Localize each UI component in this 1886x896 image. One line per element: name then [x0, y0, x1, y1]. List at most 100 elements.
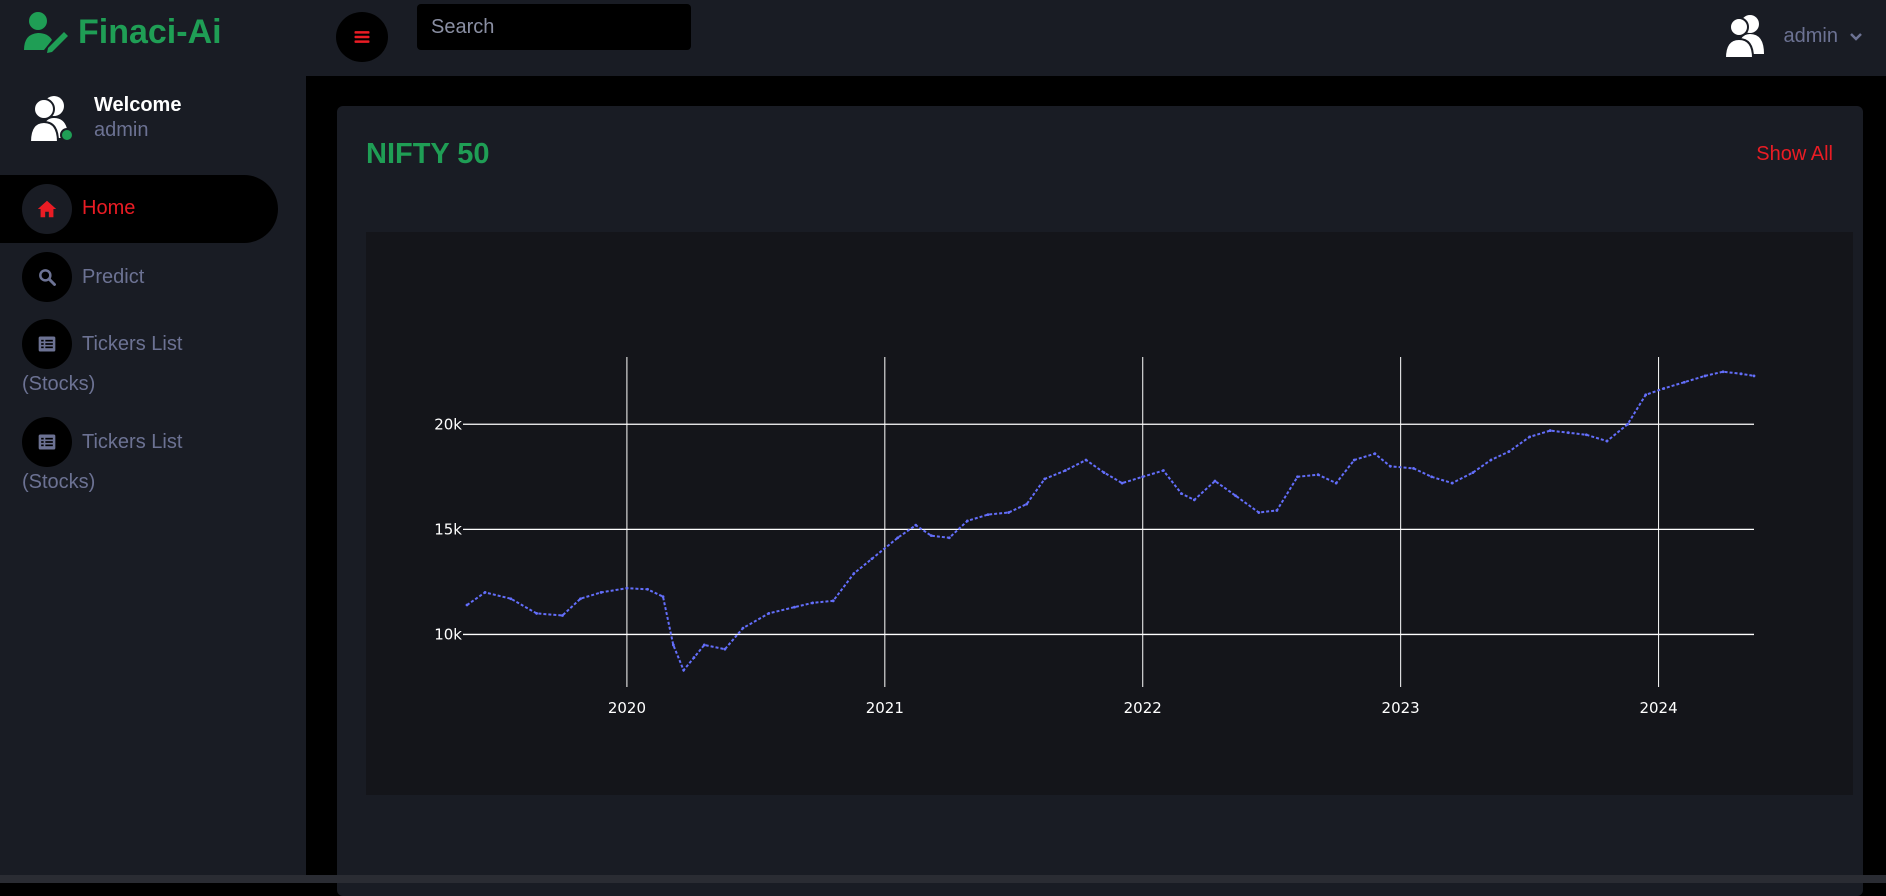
chevron-down-icon: [1850, 33, 1862, 41]
data-point: [1682, 380, 1686, 384]
sidebar-item-predict[interactable]: Predict: [0, 252, 278, 312]
profile-dropdown[interactable]: admin: [1720, 12, 1864, 60]
data-point: [1644, 393, 1648, 397]
data-point: [1605, 439, 1609, 443]
data-point: [1213, 479, 1217, 483]
data-point: [1316, 473, 1320, 477]
data-point: [1548, 429, 1552, 432]
data-point: [914, 523, 918, 527]
hamburger-icon[interactable]: [336, 12, 388, 62]
profile-name: admin: [1783, 24, 1838, 47]
data-point: [509, 597, 513, 601]
data-point: [1161, 469, 1165, 472]
x-tick-label: 2020: [608, 699, 646, 717]
data-point: [1373, 452, 1377, 456]
data-point: [1626, 422, 1630, 426]
data-point: [1450, 481, 1454, 485]
data-point: [1721, 370, 1725, 374]
data-point: [661, 595, 665, 599]
data-point: [1007, 511, 1011, 514]
brand[interactable]: Finaci-Ai: [22, 10, 222, 54]
data-point: [1507, 450, 1511, 453]
data-point: [561, 614, 564, 617]
data-point: [646, 587, 649, 591]
sidebar-item-label: Tickers List: [82, 333, 183, 355]
sidebar-item-label: Predict: [82, 266, 145, 288]
data-point: [1180, 492, 1183, 496]
sidebar-item-sublabel: (Stocks): [22, 471, 96, 493]
data-point: [671, 643, 675, 647]
data-point: [1528, 435, 1532, 439]
data-point: [1412, 467, 1415, 470]
list-icon: [22, 417, 72, 467]
user-edit-icon: [24, 12, 68, 53]
chart-card: NIFTY 50 Show All 2020 2021 2022 2023 2024 10…: [337, 106, 1863, 896]
sidebar-item-sublabel: (Stocks): [22, 373, 96, 395]
sidebar-profile: Welcome admin: [24, 92, 181, 144]
sidebar-item-tickers-list-2[interactable]: Tickers List (Stocks): [0, 417, 278, 497]
sidebar: Finaci-Ai Welcome admin Home Predict Tic…: [0, 0, 306, 883]
sidebar-username: admin: [94, 119, 149, 141]
data-point: [870, 557, 874, 561]
horizontal-scrollbar[interactable]: [0, 875, 1886, 883]
data-point: [599, 591, 603, 594]
data-point: [852, 572, 856, 575]
users-icon: [1723, 15, 1764, 59]
sidebar-item-home[interactable]: Home: [0, 175, 278, 243]
data-point: [811, 601, 815, 605]
data-point: [1084, 458, 1088, 462]
data-point: [1703, 374, 1707, 378]
data-point: [929, 534, 933, 538]
line-chart: 2020 2021 2022 2023 2024 10k 15k 20k: [434, 357, 1756, 717]
sidebar-item-label: Tickers List: [82, 431, 183, 453]
data-point: [1471, 471, 1475, 475]
sidebar-item-label: Home: [82, 197, 136, 219]
home-icon: [22, 184, 72, 234]
sidebar-item-tickers-list-1[interactable]: Tickers List (Stocks): [0, 319, 278, 399]
data-point: [1334, 481, 1338, 485]
avatar: [24, 92, 76, 144]
search-icon: [22, 252, 72, 302]
welcome-text: Welcome: [94, 94, 182, 116]
data-point: [741, 626, 745, 630]
data-point: [986, 513, 990, 517]
data-point: [1234, 494, 1237, 498]
data-point: [831, 599, 835, 603]
data-point: [1352, 458, 1356, 462]
data-point: [1120, 481, 1124, 485]
data-point: [767, 612, 771, 615]
data-point: [896, 536, 900, 540]
data-point: [947, 536, 951, 540]
data-point: [1662, 387, 1666, 390]
data-point: [1063, 469, 1067, 472]
x-tick-label: 2022: [1124, 699, 1162, 717]
data-point: [1584, 433, 1588, 437]
data-point: [1025, 502, 1029, 506]
data-point: [483, 591, 487, 594]
x-tick-label: 2023: [1382, 699, 1420, 717]
x-tick-label: 2021: [866, 699, 904, 717]
y-tick-label: 10k: [434, 625, 462, 643]
data-point: [1489, 458, 1493, 462]
data-point: [535, 612, 539, 615]
data-point: [1752, 374, 1756, 378]
data-point: [1566, 431, 1570, 435]
data-point: [1296, 475, 1299, 479]
show-all-link[interactable]: Show All: [1756, 143, 1833, 166]
data-point: [965, 519, 969, 523]
data-point: [1430, 475, 1434, 479]
data-point: [1388, 464, 1392, 468]
data-point: [1043, 477, 1047, 481]
data-point: [692, 656, 696, 659]
data-point: [1257, 511, 1261, 514]
series-line: [466, 370, 1755, 673]
data-point: [465, 603, 469, 607]
data-point: [793, 605, 796, 609]
y-tick-label: 15k: [434, 520, 462, 538]
data-point: [682, 668, 686, 672]
chart-container: 2020 2021 2022 2023 2024 10k 15k 20k: [366, 232, 1853, 795]
data-point: [1102, 471, 1106, 475]
data-point: [579, 597, 582, 601]
search-input[interactable]: [417, 4, 691, 50]
data-point: [1192, 498, 1196, 502]
